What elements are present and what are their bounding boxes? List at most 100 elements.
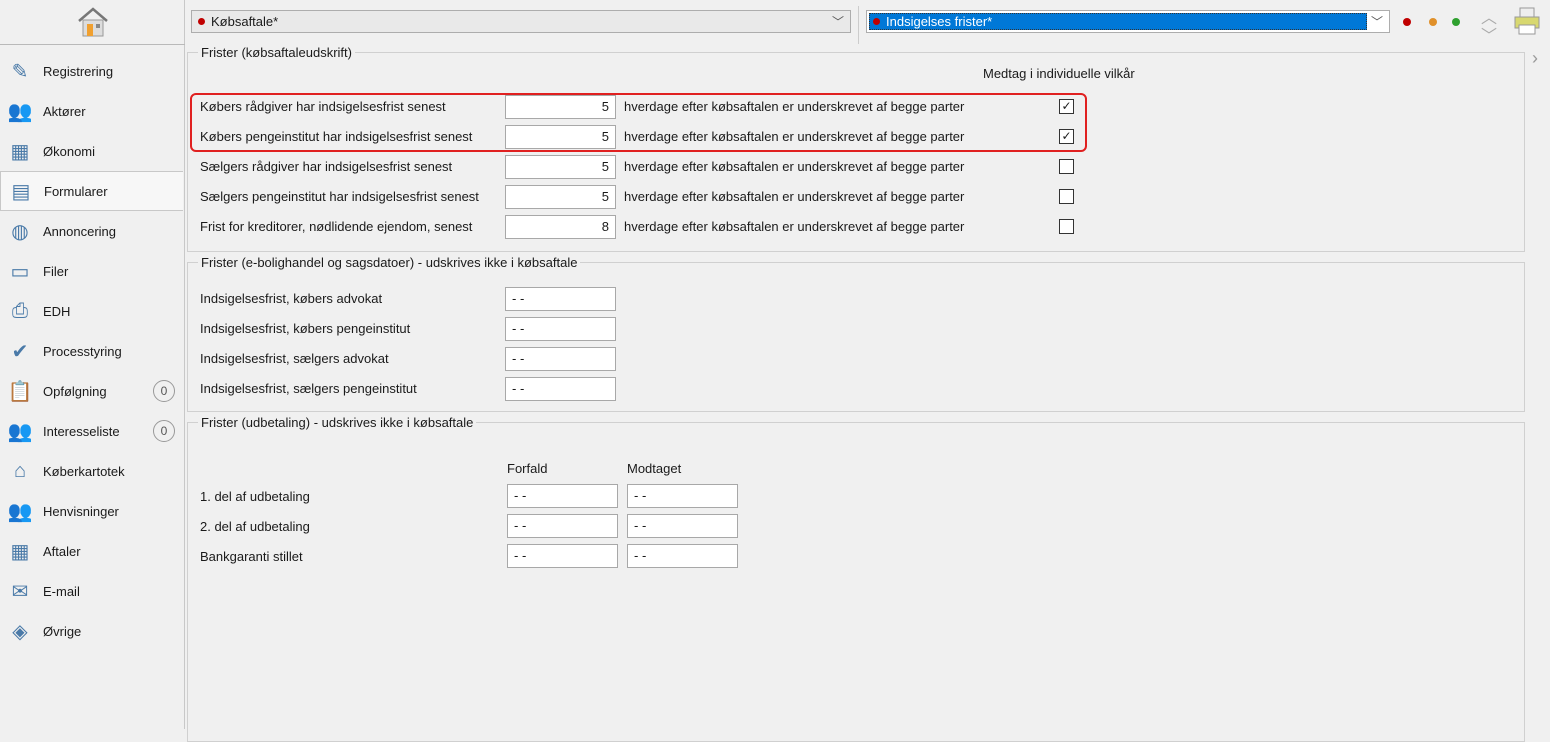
- sidebar-item-label: Aktører: [43, 103, 86, 119]
- forfald-date-input[interactable]: - -: [507, 484, 618, 508]
- globe-icon: ◍: [11, 220, 29, 243]
- status-dot-icon: [873, 18, 880, 25]
- document-select[interactable]: Købsaftale* ﹀: [191, 10, 851, 33]
- status-dot-icon: [198, 18, 205, 25]
- modtaget-date-input[interactable]: - -: [627, 514, 738, 538]
- row-label: Sælgers rådgiver har indsigelsesfrist se…: [200, 159, 453, 174]
- chevron-down-icon: ﹀: [1370, 15, 1383, 29]
- include-checkbox[interactable]: [1059, 189, 1074, 204]
- column-header-forfald: Forfald: [507, 461, 548, 476]
- group-udbetaling-frister: Frister (udbetaling) - udskrives ikke i …: [187, 415, 1525, 742]
- row-label: Indsigelsesfrist, sælgers pengeinstitut: [200, 381, 417, 396]
- form-icon: ▤: [11, 180, 31, 203]
- sidebar-item-label: Processtyring: [43, 343, 122, 359]
- calculator-icon: ▦: [10, 140, 30, 163]
- row-label: Indsigelsesfrist, sælgers advokat: [200, 351, 389, 366]
- row-label: Indsigelsesfrist, købers advokat: [200, 291, 383, 306]
- sidebar-item-14[interactable]: ◈ Øvrige: [0, 611, 183, 651]
- sidebar-item-label: Køberkartotek: [43, 463, 125, 479]
- home-button[interactable]: [0, 0, 185, 45]
- row-label: Købers pengeinstitut har indsigelsesfris…: [200, 129, 473, 144]
- chevron-down-icon[interactable]: ﹀: [1481, 22, 1497, 46]
- days-input[interactable]: 5: [505, 95, 616, 119]
- house-icon: ⌂: [13, 459, 27, 482]
- sidebar-item-label: Formularer: [44, 183, 108, 199]
- row-label: Frist for kreditorer, nødlidende ejendom…: [200, 219, 473, 234]
- clipboard-icon: 📋: [7, 380, 33, 403]
- sidebar-item-label: E-mail: [43, 583, 80, 599]
- sidebar-item-1[interactable]: 👥 Aktører: [0, 91, 183, 131]
- orange-status-button[interactable]: [1429, 18, 1437, 26]
- sidebar-item-label: Filer: [43, 263, 69, 279]
- row-label: 2. del af udbetaling: [200, 519, 310, 534]
- pen-icon: ✎: [11, 60, 29, 83]
- days-input[interactable]: 5: [505, 185, 616, 209]
- date-input[interactable]: - -: [505, 377, 616, 401]
- sidebar-item-11[interactable]: 👥 Henvisninger: [0, 491, 183, 531]
- home-icon: [77, 7, 108, 37]
- date-input[interactable]: - -: [505, 287, 616, 311]
- count-badge: 0: [153, 380, 175, 402]
- row-label: Bankgaranti stillet: [200, 549, 303, 564]
- sidebar-item-7[interactable]: ✔ Processtyring: [0, 331, 183, 371]
- row-label: Indsigelsesfrist, købers pengeinstitut: [200, 321, 411, 336]
- calendar-icon: ▦: [10, 540, 30, 563]
- sidebar-item-label: Registrering: [43, 63, 114, 79]
- sidebar-item-label: Økonomi: [43, 143, 96, 159]
- group-kobsaftale-frister: Frister (købsaftaleudskrift) Medtag i in…: [187, 45, 1525, 252]
- include-checkbox[interactable]: [1059, 159, 1074, 174]
- people-icon: 👥: [7, 100, 33, 123]
- sidebar-item-3[interactable]: ▤ Formularer: [0, 171, 183, 211]
- sidebar-item-0[interactable]: ✎ Registrering: [0, 51, 183, 91]
- sidebar-item-10[interactable]: ⌂ Køberkartotek: [0, 451, 183, 491]
- sidebar-item-6[interactable]: ⎙ EDH: [0, 291, 183, 331]
- days-input[interactable]: 5: [505, 125, 616, 149]
- row-suffix: hverdage efter købsaftalen er underskrev…: [624, 219, 965, 234]
- days-input[interactable]: 8: [505, 215, 616, 239]
- column-header-modtaget: Modtaget: [627, 461, 682, 476]
- group-title: Frister (købsaftaleudskrift): [198, 45, 355, 60]
- modtaget-date-input[interactable]: - -: [627, 484, 738, 508]
- stack-icon: ◈: [12, 620, 28, 643]
- check-icon: ✔: [11, 340, 29, 363]
- divider: [858, 6, 859, 44]
- chevron-right-icon[interactable]: ›: [1532, 48, 1538, 69]
- row-suffix: hverdage efter købsaftalen er underskrev…: [624, 189, 965, 204]
- sidebar-item-label: Annoncering: [43, 223, 116, 239]
- sidebar-item-9[interactable]: 👥 Interesseliste 0: [0, 411, 183, 451]
- date-input[interactable]: - -: [505, 347, 616, 371]
- sidebar: ✎ Registrering 👥 Aktører ▦ Økonomi ▤ For…: [0, 0, 185, 729]
- print-button[interactable]: [1512, 6, 1542, 39]
- days-input[interactable]: 5: [505, 155, 616, 179]
- include-checkbox[interactable]: ✓: [1059, 99, 1074, 114]
- include-checkbox[interactable]: ✓: [1059, 129, 1074, 144]
- modtaget-date-input[interactable]: - -: [627, 544, 738, 568]
- date-input[interactable]: - -: [505, 317, 616, 341]
- column-header: Medtag i individuelle vilkår: [983, 66, 1135, 81]
- printer-icon: [1514, 7, 1540, 35]
- row-suffix: hverdage efter købsaftalen er underskrev…: [624, 129, 965, 144]
- sidebar-item-label: Interesseliste: [43, 423, 120, 439]
- green-status-button[interactable]: [1452, 18, 1460, 26]
- people-icon: 👥: [7, 500, 33, 523]
- email-icon: ✉: [11, 580, 29, 603]
- sidebar-item-12[interactable]: ▦ Aftaler: [0, 531, 183, 571]
- row-suffix: hverdage efter købsaftalen er underskrev…: [624, 159, 965, 174]
- section-select[interactable]: Indsigelses frister* ﹀: [866, 10, 1390, 33]
- sidebar-item-label: EDH: [43, 303, 71, 319]
- sidebar-item-label: Henvisninger: [43, 503, 119, 519]
- sidebar-item-13[interactable]: ✉ E-mail: [0, 571, 183, 611]
- sidebar-item-8[interactable]: 📋 Opfølgning 0: [0, 371, 183, 411]
- forfald-date-input[interactable]: - -: [507, 544, 618, 568]
- printer-icon: ⎙: [12, 299, 28, 322]
- group-ebolighandel-frister: Frister (e-bolighandel og sagsdatoer) - …: [187, 255, 1525, 412]
- sidebar-item-4[interactable]: ◍ Annoncering: [0, 211, 183, 251]
- forfald-date-input[interactable]: - -: [507, 514, 618, 538]
- include-checkbox[interactable]: [1059, 219, 1074, 234]
- group-title: Frister (udbetaling) - udskrives ikke i …: [198, 415, 477, 430]
- sidebar-item-2[interactable]: ▦ Økonomi: [0, 131, 183, 171]
- sidebar-item-5[interactable]: ▭ Filer: [0, 251, 183, 291]
- red-status-button[interactable]: [1403, 18, 1411, 26]
- group-title: Frister (e-bolighandel og sagsdatoer) - …: [198, 255, 581, 270]
- people-icon: 👥: [7, 420, 33, 443]
